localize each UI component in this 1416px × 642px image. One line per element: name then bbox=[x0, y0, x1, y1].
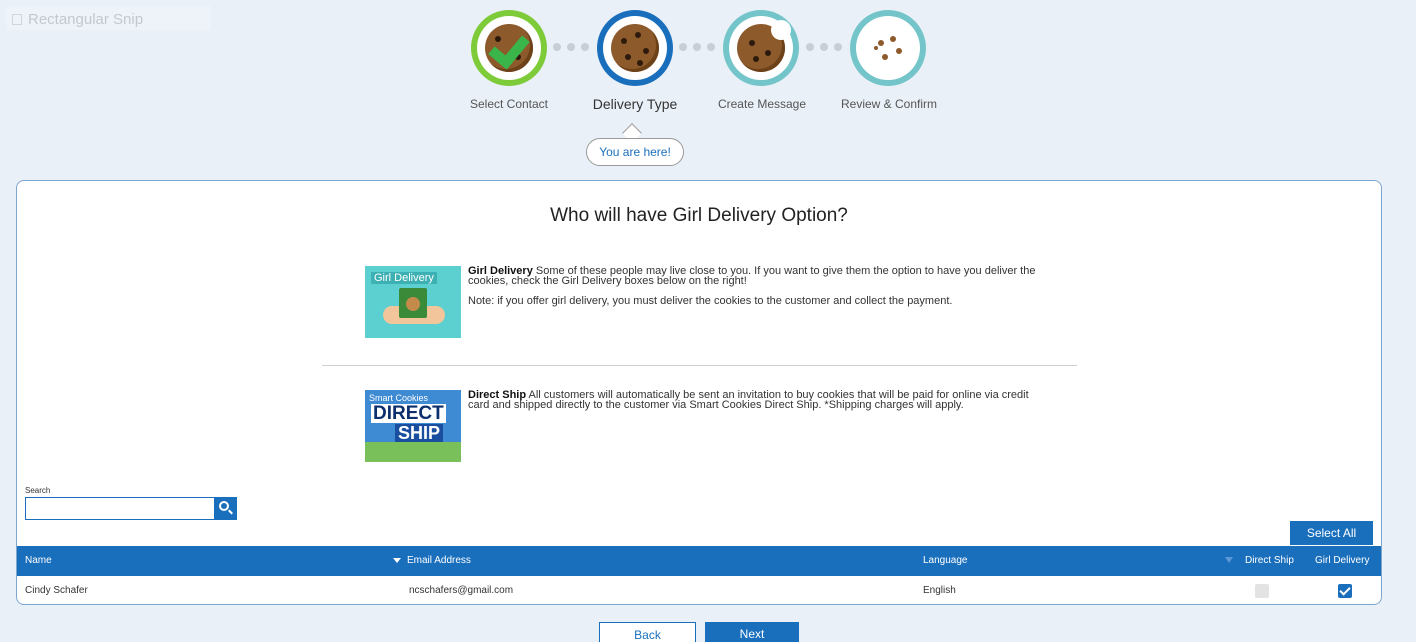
girl-delivery-image-text: Girl Delivery bbox=[371, 272, 437, 284]
step-review-confirm[interactable] bbox=[850, 10, 926, 86]
step-select-contact[interactable] bbox=[471, 10, 547, 86]
sort-down-icon bbox=[393, 557, 401, 563]
column-header-name[interactable]: Name bbox=[25, 546, 52, 576]
girl-delivery-image: Girl Delivery bbox=[365, 266, 461, 338]
search-input[interactable] bbox=[25, 497, 215, 520]
table-header: Name Email Address Language Direct Ship … bbox=[17, 546, 1381, 576]
direct-ship-image-top: Smart Cookies bbox=[369, 393, 429, 403]
step-label-select-contact: Select Contact bbox=[469, 97, 549, 111]
filter-icon[interactable] bbox=[1225, 557, 1233, 564]
cell-name: Cindy Schafer bbox=[25, 585, 88, 596]
direct-ship-image: Smart Cookies DIRECT SHIP bbox=[365, 390, 461, 462]
column-header-email[interactable]: Email Address bbox=[393, 546, 471, 576]
column-header-language[interactable]: Language bbox=[923, 546, 968, 576]
you-are-here-bubble: You are here! bbox=[586, 138, 684, 166]
girl-delivery-checkbox[interactable] bbox=[1338, 584, 1352, 598]
cookie-bitten-icon bbox=[737, 20, 791, 72]
step-connector bbox=[806, 43, 842, 51]
snip-checkbox-icon bbox=[12, 14, 22, 25]
next-button[interactable]: Next bbox=[705, 622, 799, 642]
step-create-message[interactable] bbox=[723, 10, 799, 86]
delivery-option-card: Who will have Girl Delivery Option? Girl… bbox=[16, 180, 1382, 605]
cookie-icon bbox=[611, 24, 659, 72]
snip-tool-label: Rectangular Snip bbox=[6, 6, 211, 30]
girl-delivery-note: Note: if you offer girl delivery, you mu… bbox=[468, 295, 953, 307]
direct-ship-image-direct: DIRECT bbox=[371, 403, 446, 424]
page-title: Who will have Girl Delivery Option? bbox=[550, 205, 848, 226]
step-label-create-message: Create Message bbox=[717, 97, 807, 111]
step-label-review-confirm: Review & Confirm bbox=[840, 97, 938, 111]
step-connector bbox=[553, 43, 589, 51]
cookie-icon bbox=[485, 24, 533, 72]
step-connector bbox=[679, 43, 715, 51]
cell-language: English bbox=[923, 585, 956, 596]
search-label: Search bbox=[25, 486, 51, 495]
snip-label-text: Rectangular Snip bbox=[28, 11, 144, 28]
section-divider bbox=[322, 365, 1077, 366]
step-delivery-type[interactable] bbox=[597, 10, 673, 86]
select-all-button[interactable]: Select All bbox=[1290, 521, 1373, 545]
direct-ship-checkbox bbox=[1255, 584, 1269, 598]
cell-email: ncschafers@gmail.com bbox=[409, 585, 514, 596]
column-header-direct-ship[interactable]: Direct Ship bbox=[1225, 546, 1294, 576]
direct-ship-image-ship: SHIP bbox=[395, 424, 444, 442]
search-button[interactable] bbox=[214, 497, 237, 520]
checkmark-icon bbox=[488, 26, 530, 70]
column-header-girl-delivery[interactable]: Girl Delivery bbox=[1315, 546, 1369, 576]
table-row: Cindy Schafer ncschafers@gmail.com Engli… bbox=[17, 576, 1381, 604]
step-label-delivery-type: Delivery Type bbox=[592, 96, 678, 112]
cookie-crumbs-icon bbox=[856, 16, 920, 80]
back-button[interactable]: Back bbox=[599, 622, 696, 642]
girl-delivery-text: Some of these people may live close to y… bbox=[468, 265, 1036, 287]
direct-ship-text: All customers will automatically be sent… bbox=[468, 389, 1029, 411]
